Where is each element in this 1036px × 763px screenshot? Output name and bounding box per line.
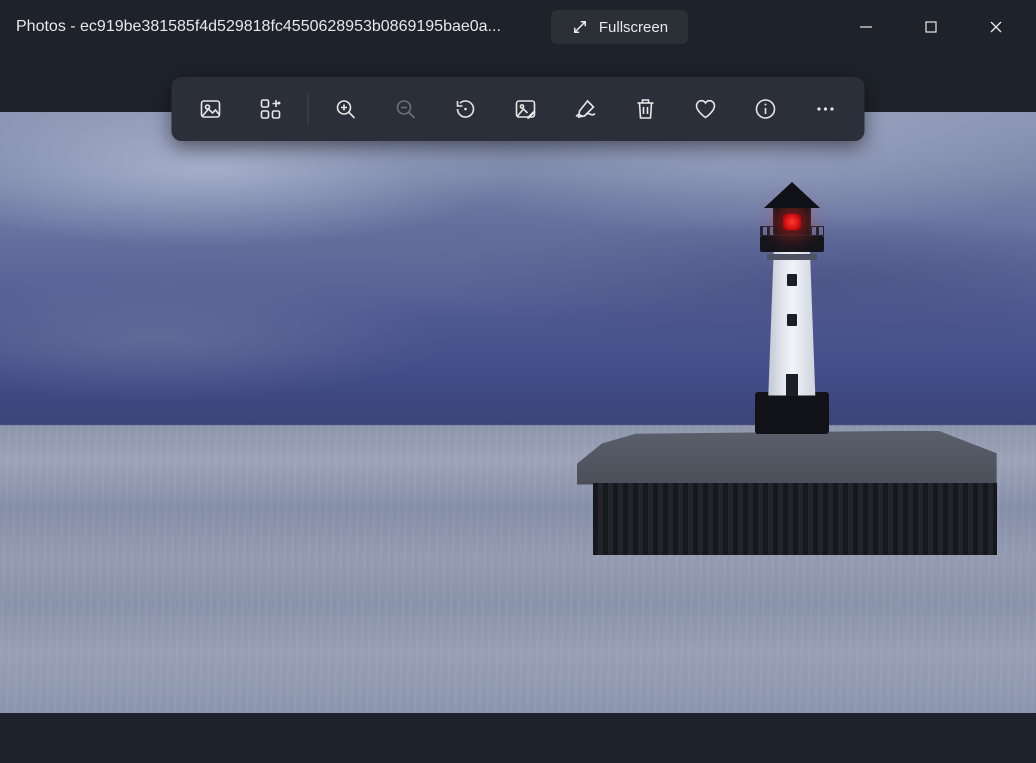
zoom-out-icon	[394, 97, 418, 121]
favorite-icon	[694, 97, 718, 121]
sky-clouds	[0, 112, 1036, 425]
gallery-button[interactable]	[182, 83, 240, 135]
apps-grid-icon	[259, 97, 283, 121]
more-button[interactable]	[797, 83, 855, 135]
window-title: Photos - ec919be381585f4d529818fc4550628…	[16, 18, 501, 36]
rotate-icon	[454, 97, 478, 121]
maximize-button[interactable]	[898, 5, 963, 49]
minimize-button[interactable]	[833, 5, 898, 49]
pier	[577, 431, 997, 581]
toolbar-separator	[308, 94, 309, 124]
favorite-button[interactable]	[677, 83, 735, 135]
photo-viewport[interactable]	[0, 54, 1036, 763]
more-icon	[814, 97, 838, 121]
gallery-icon	[199, 97, 223, 121]
edit-image-icon	[514, 97, 538, 121]
zoom-in-button[interactable]	[317, 83, 375, 135]
bottom-letterbox	[0, 713, 1036, 763]
markup-icon	[574, 97, 598, 121]
lighthouse	[755, 174, 829, 434]
content-area	[0, 54, 1036, 763]
close-button[interactable]	[963, 5, 1028, 49]
delete-icon	[634, 97, 658, 121]
window-controls	[833, 5, 1028, 49]
apps-grid-button[interactable]	[242, 83, 300, 135]
info-icon	[754, 97, 778, 121]
delete-button[interactable]	[617, 83, 675, 135]
zoom-in-icon	[334, 97, 358, 121]
maximize-icon	[924, 20, 938, 34]
zoom-out-button[interactable]	[377, 83, 435, 135]
titlebar: Photos - ec919be381585f4d529818fc4550628…	[0, 0, 1036, 54]
minimize-icon	[859, 20, 873, 34]
edit-image-button[interactable]	[497, 83, 555, 135]
markup-button[interactable]	[557, 83, 615, 135]
fullscreen-button[interactable]: Fullscreen	[551, 10, 688, 44]
displayed-image	[0, 112, 1036, 713]
close-icon	[989, 20, 1003, 34]
fullscreen-label: Fullscreen	[599, 19, 668, 36]
rotate-button[interactable]	[437, 83, 495, 135]
toolbar	[172, 77, 865, 141]
fullscreen-icon	[571, 18, 589, 36]
info-button[interactable]	[737, 83, 795, 135]
